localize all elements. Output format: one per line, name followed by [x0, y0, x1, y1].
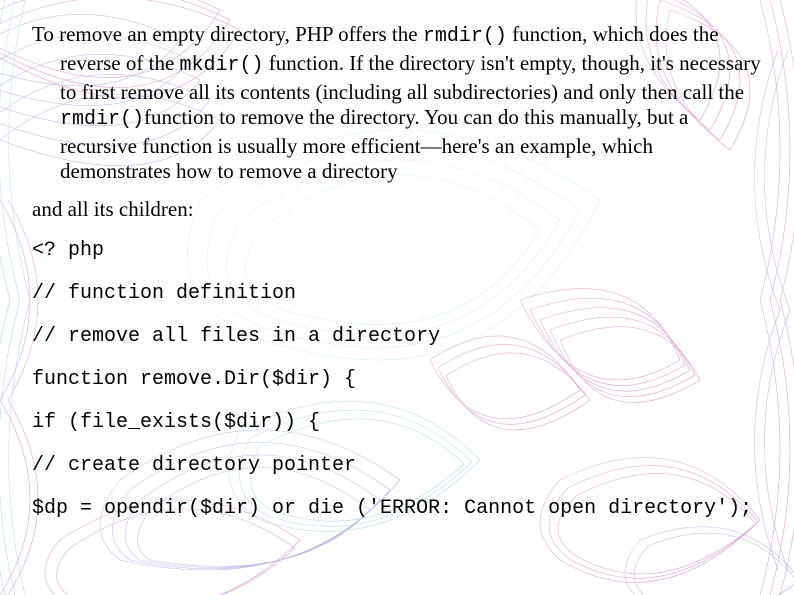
code-line-comment-remove: // remove all files in a directory	[32, 322, 766, 351]
code-line-function-sig: function remove.Dir($dir) {	[32, 365, 766, 394]
code-line-comment-def: // function definition	[32, 279, 766, 308]
inline-code-rmdir-2: rmdir()	[60, 108, 144, 131]
code-line-open-tag: <? php	[32, 236, 766, 265]
code-line-if-exists: if (file_exists($dir)) {	[32, 408, 766, 437]
text-run: To remove an empty directory, PHP offers…	[32, 22, 423, 46]
document-body: To remove an empty directory, PHP offers…	[0, 0, 794, 557]
code-line-comment-pointer: // create directory pointer	[32, 451, 766, 480]
inline-code-mkdir: mkdir()	[180, 54, 264, 77]
code-line-opendir: $dp = opendir($dir) or die ('ERROR: Cann…	[32, 494, 766, 523]
inline-code-rmdir: rmdir()	[423, 25, 507, 48]
paragraph-intro: To remove an empty directory, PHP offers…	[32, 22, 766, 183]
text-run: function to remove the directory. You ca…	[60, 105, 688, 183]
paragraph-continuation: and all its children:	[32, 197, 766, 222]
